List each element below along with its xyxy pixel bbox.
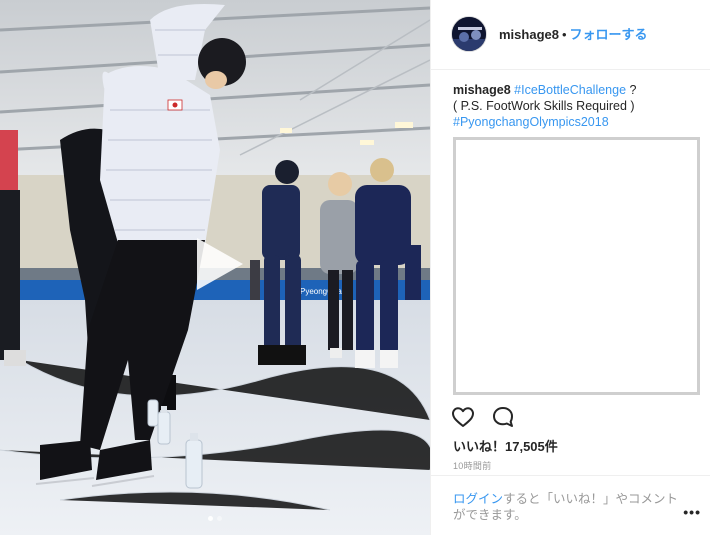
- play-button[interactable]: [187, 234, 247, 294]
- avatar-image: [452, 17, 486, 51]
- carousel-dots: [208, 516, 222, 521]
- carousel-dot: [217, 516, 222, 521]
- like-button[interactable]: [451, 405, 475, 429]
- header-line: mishage8 • フォローする: [499, 27, 648, 43]
- likes-count[interactable]: いいね！17,505件: [453, 436, 558, 455]
- more-options-button[interactable]: •••: [683, 504, 701, 520]
- caption-text: ?: [626, 83, 637, 97]
- heart-icon: [452, 407, 474, 427]
- post-header: mishage8 • フォローする: [431, 0, 710, 70]
- username-link[interactable]: mishage8: [499, 27, 559, 42]
- hashtag-link[interactable]: #IceBottleChallenge: [514, 83, 626, 97]
- hashtag-link[interactable]: #PyongchangOlympics2018: [453, 115, 609, 129]
- action-bar: [451, 405, 515, 429]
- follow-button[interactable]: フォローする: [570, 27, 648, 42]
- caption-text: ( P.S. FootWork Skills Required ): [453, 99, 635, 113]
- post-timestamp[interactable]: 10時間前: [453, 459, 492, 472]
- caption-username[interactable]: mishage8: [453, 83, 511, 97]
- avatar[interactable]: [451, 16, 487, 52]
- login-prompt: ログインすると「いいね！」やコメントができます。: [453, 491, 683, 523]
- embed-placeholder: [453, 137, 700, 395]
- comment-area: ログインすると「いいね！」やコメントができます。 •••: [431, 475, 710, 535]
- post-caption: mishage8 #IceBottleChallenge ? ( P.S. Fo…: [453, 82, 703, 130]
- comment-button[interactable]: [491, 405, 515, 429]
- post-media[interactable]: PyeongChang: [0, 0, 430, 535]
- carousel-dot: [208, 516, 213, 521]
- separator-dot: •: [561, 27, 567, 42]
- post-panel: mishage8 • フォローする mishage8 #IceBottleChall…: [430, 0, 710, 535]
- login-link[interactable]: ログイン: [453, 492, 503, 506]
- comment-icon: [493, 407, 513, 427]
- play-icon: [197, 238, 243, 290]
